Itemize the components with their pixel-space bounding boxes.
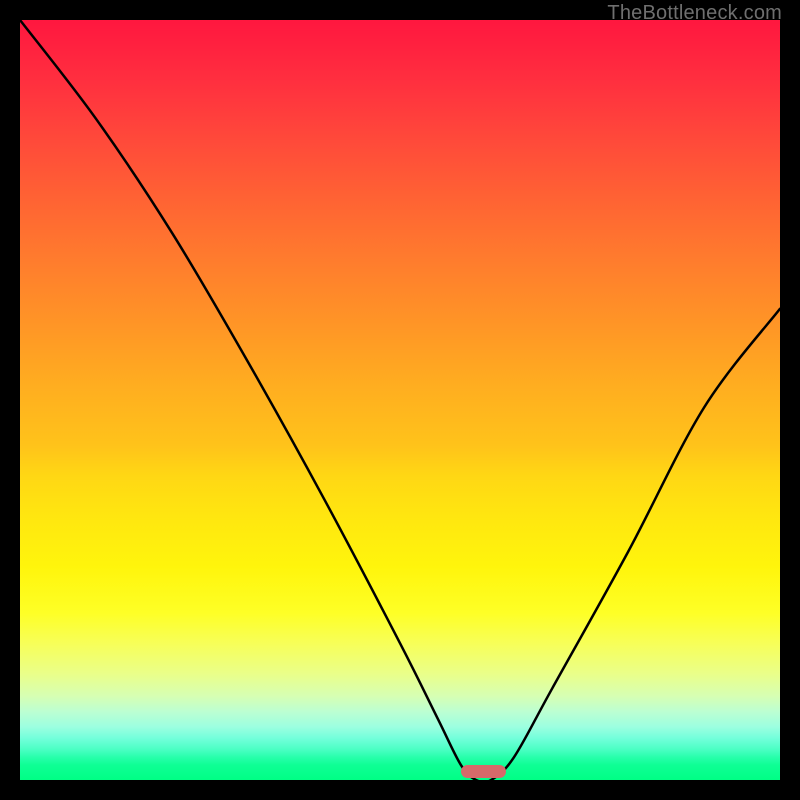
bottleneck-curve [20,20,780,780]
curve-path [20,20,780,782]
chart-frame: TheBottleneck.com [0,0,800,800]
best-fit-marker [461,765,507,778]
plot-area [20,20,780,780]
